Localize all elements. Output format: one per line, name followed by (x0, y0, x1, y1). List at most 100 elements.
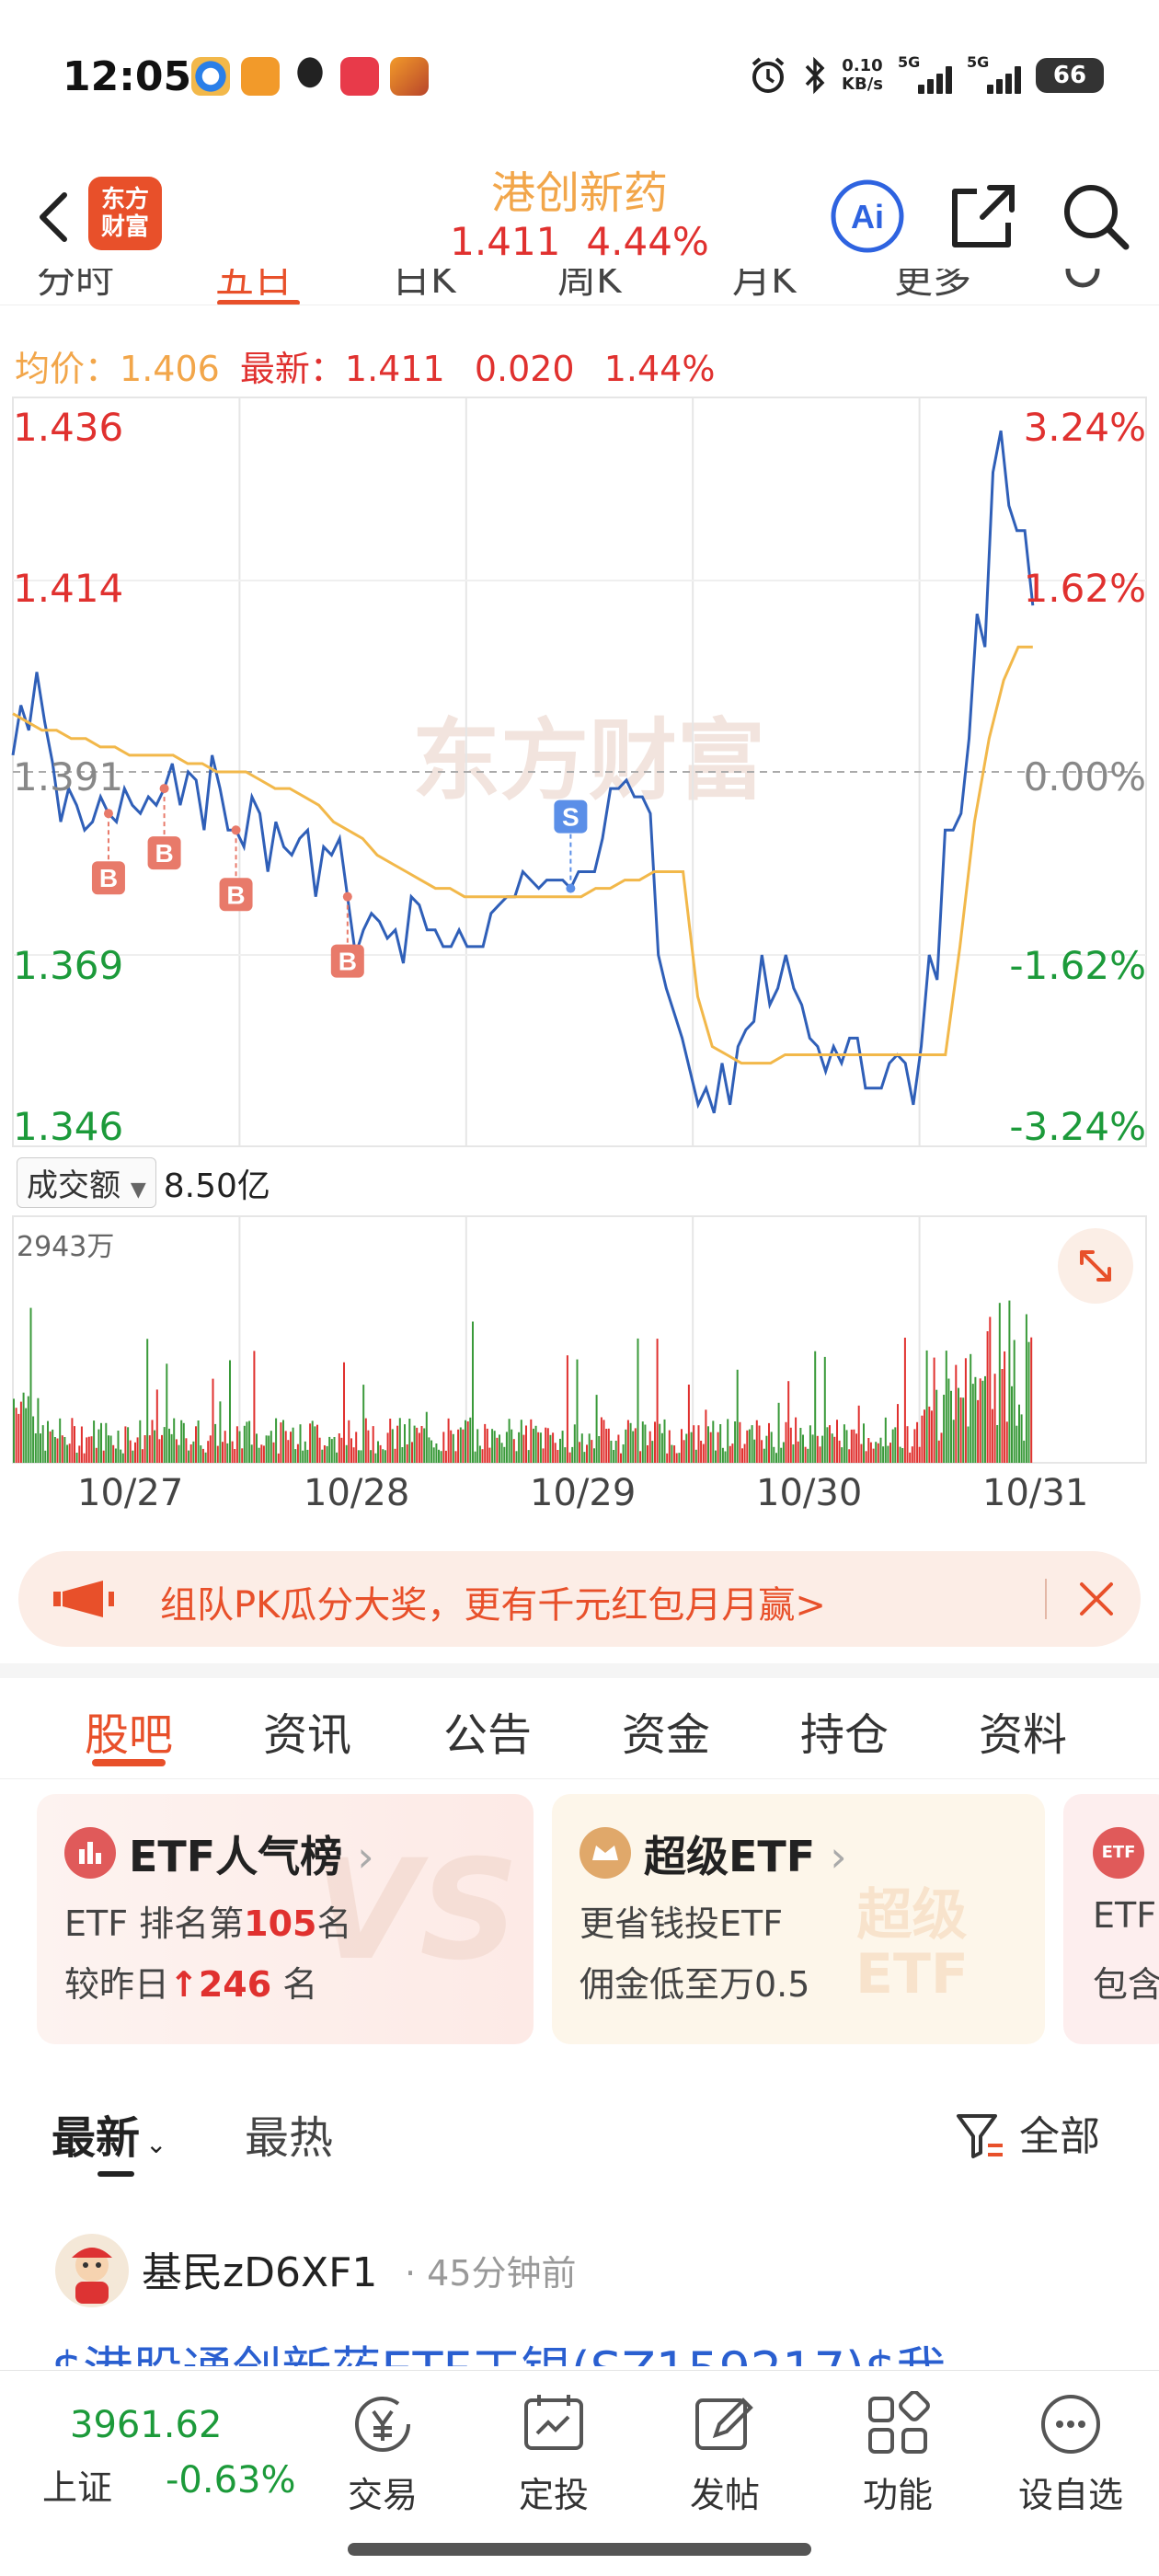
etf-rank-value: 105 (244, 1903, 317, 1944)
post-body-link[interactable]: $港股通创新药ETF工银(SZ159217)$我 (52, 2329, 1155, 2366)
volume-bar (897, 1404, 899, 1463)
volume-bar (673, 1445, 676, 1463)
etf-popularity-card[interactable]: VS ETF人气榜 › ETF 排名第105名 较昨日↑246 名 (37, 1794, 534, 2044)
volume-bar (940, 1432, 943, 1463)
tab-intraday[interactable]: 分时 (37, 269, 114, 305)
volume-bar (542, 1448, 545, 1463)
chart-settings-gear-icon[interactable] (1060, 269, 1106, 296)
signal-strength-icon: 5G (967, 53, 1021, 94)
volume-bar (525, 1425, 527, 1463)
tab-more[interactable]: 更多 (894, 269, 971, 305)
volume-bar (362, 1385, 365, 1463)
volume-bar (226, 1443, 229, 1463)
tab-news[interactable]: 资讯 (263, 1698, 351, 1763)
volume-bar (1001, 1369, 1004, 1463)
volume-bar (787, 1381, 790, 1463)
nav-features[interactable]: 功能 (824, 2384, 971, 2522)
volume-bar (430, 1440, 433, 1463)
volume-bar (316, 1424, 318, 1463)
volume-bar (727, 1419, 729, 1463)
trade-marker-label: B (226, 880, 245, 909)
volume-bar (503, 1446, 506, 1463)
back-arrow-icon[interactable] (26, 175, 81, 258)
volume-bar (476, 1429, 479, 1463)
volume-bar (889, 1443, 891, 1463)
eastmoney-logo[interactable]: 东方 财富 (88, 177, 162, 250)
search-icon[interactable] (1054, 175, 1137, 258)
volume-bar (748, 1429, 751, 1463)
etf-card-partial[interactable]: ETF ETF 包含 (1063, 1794, 1159, 2044)
volume-bar (248, 1420, 251, 1463)
sort-latest-dropdown[interactable]: 最新 ⌄ (52, 2101, 166, 2166)
super-etf-crown-icon (580, 1827, 631, 1879)
tab-announcements[interactable]: 公告 (443, 1698, 532, 1763)
volume-bar (909, 1452, 912, 1463)
volume-bar (408, 1419, 411, 1463)
nav-auto-invest[interactable]: 定投 (480, 2384, 627, 2522)
card-title: 超级ETF › (644, 1832, 847, 1881)
nav-post[interactable]: 发帖 (651, 2384, 798, 2522)
volume-bar (751, 1425, 753, 1463)
volume-bar (425, 1411, 428, 1463)
tab-holdings[interactable]: 持仓 (800, 1698, 889, 1763)
banner-text: 组队PK瓜分大奖，更有千元红包月月赢> (160, 1584, 826, 1627)
volume-bar (1018, 1404, 1020, 1463)
volume-bar (204, 1452, 207, 1463)
volume-bar (687, 1385, 690, 1463)
volume-bar (452, 1433, 454, 1463)
tab-guba[interactable]: 股吧 (85, 1698, 173, 1763)
volume-bar (124, 1426, 127, 1463)
card-title: ETF人气榜 › (129, 1832, 374, 1881)
card-line: 更省钱投ETF (580, 1903, 784, 1944)
filter-icon[interactable] (953, 2109, 1008, 2164)
volume-bar (947, 1378, 950, 1463)
volume-bar (508, 1419, 511, 1463)
volume-bar (850, 1429, 853, 1463)
volume-bar (355, 1432, 358, 1463)
tab-fund-flow[interactable]: 资金 (622, 1698, 710, 1763)
volume-bar (406, 1444, 408, 1463)
expand-chart-button[interactable] (1058, 1228, 1133, 1304)
volume-type-selector[interactable]: 成交额 ▼ (17, 1157, 156, 1208)
volume-bar (925, 1350, 928, 1463)
post-username[interactable]: 基民zD6XF1 (142, 2239, 377, 2298)
tab-monthly-k[interactable]: 月K (732, 269, 797, 305)
volume-bar (694, 1449, 697, 1463)
close-icon[interactable] (1076, 1579, 1117, 1619)
five-day-price-chart[interactable]: 东方财富 B B B B S (0, 386, 1159, 1509)
volume-bar (639, 1451, 642, 1463)
status-app-icons (191, 57, 429, 96)
etf-rank-line: ETF 排名第105名 (64, 1903, 352, 1944)
volume-bar (967, 1426, 970, 1463)
volume-bar (47, 1420, 49, 1463)
tab-profile[interactable]: 资料 (979, 1698, 1067, 1763)
volume-bar (345, 1444, 348, 1463)
avatar[interactable] (55, 2234, 129, 2307)
volume-bar (323, 1445, 326, 1463)
volume-bar (534, 1425, 537, 1463)
volume-bar (777, 1402, 780, 1463)
tab-daily-k[interactable]: 日K (392, 269, 456, 305)
nav-watchlist[interactable]: 设自选 (997, 2384, 1144, 2522)
ai-assistant-button[interactable]: Ai (826, 175, 909, 258)
volume-bar (1004, 1351, 1006, 1463)
volume-bar (996, 1425, 999, 1463)
volume-bar (120, 1449, 122, 1463)
super-etf-card[interactable]: 超级 ETF 超级ETF › 更省钱投ETF 佣金低至万0.5 (552, 1794, 1045, 2044)
volume-bar (641, 1421, 644, 1463)
volume-bar (182, 1422, 185, 1463)
volume-bar (761, 1440, 763, 1463)
share-icon[interactable] (942, 175, 1025, 258)
volume-bar (867, 1438, 870, 1463)
volume-bar (459, 1427, 462, 1463)
filter-all-button[interactable]: 全部 (1019, 2103, 1100, 2162)
volume-bar (413, 1425, 416, 1463)
nav-trade[interactable]: 交易 (309, 2384, 456, 2522)
volume-bar (61, 1435, 63, 1463)
volume-bar (391, 1429, 394, 1463)
sort-hot-tab[interactable]: 最热 (245, 2101, 333, 2166)
volume-bar (37, 1397, 40, 1463)
promo-banner[interactable]: 组队PK瓜分大奖，更有千元红包月月赢> (18, 1551, 1141, 1647)
volume-bar (792, 1444, 795, 1463)
tab-weekly-k[interactable]: 周K (557, 269, 622, 305)
